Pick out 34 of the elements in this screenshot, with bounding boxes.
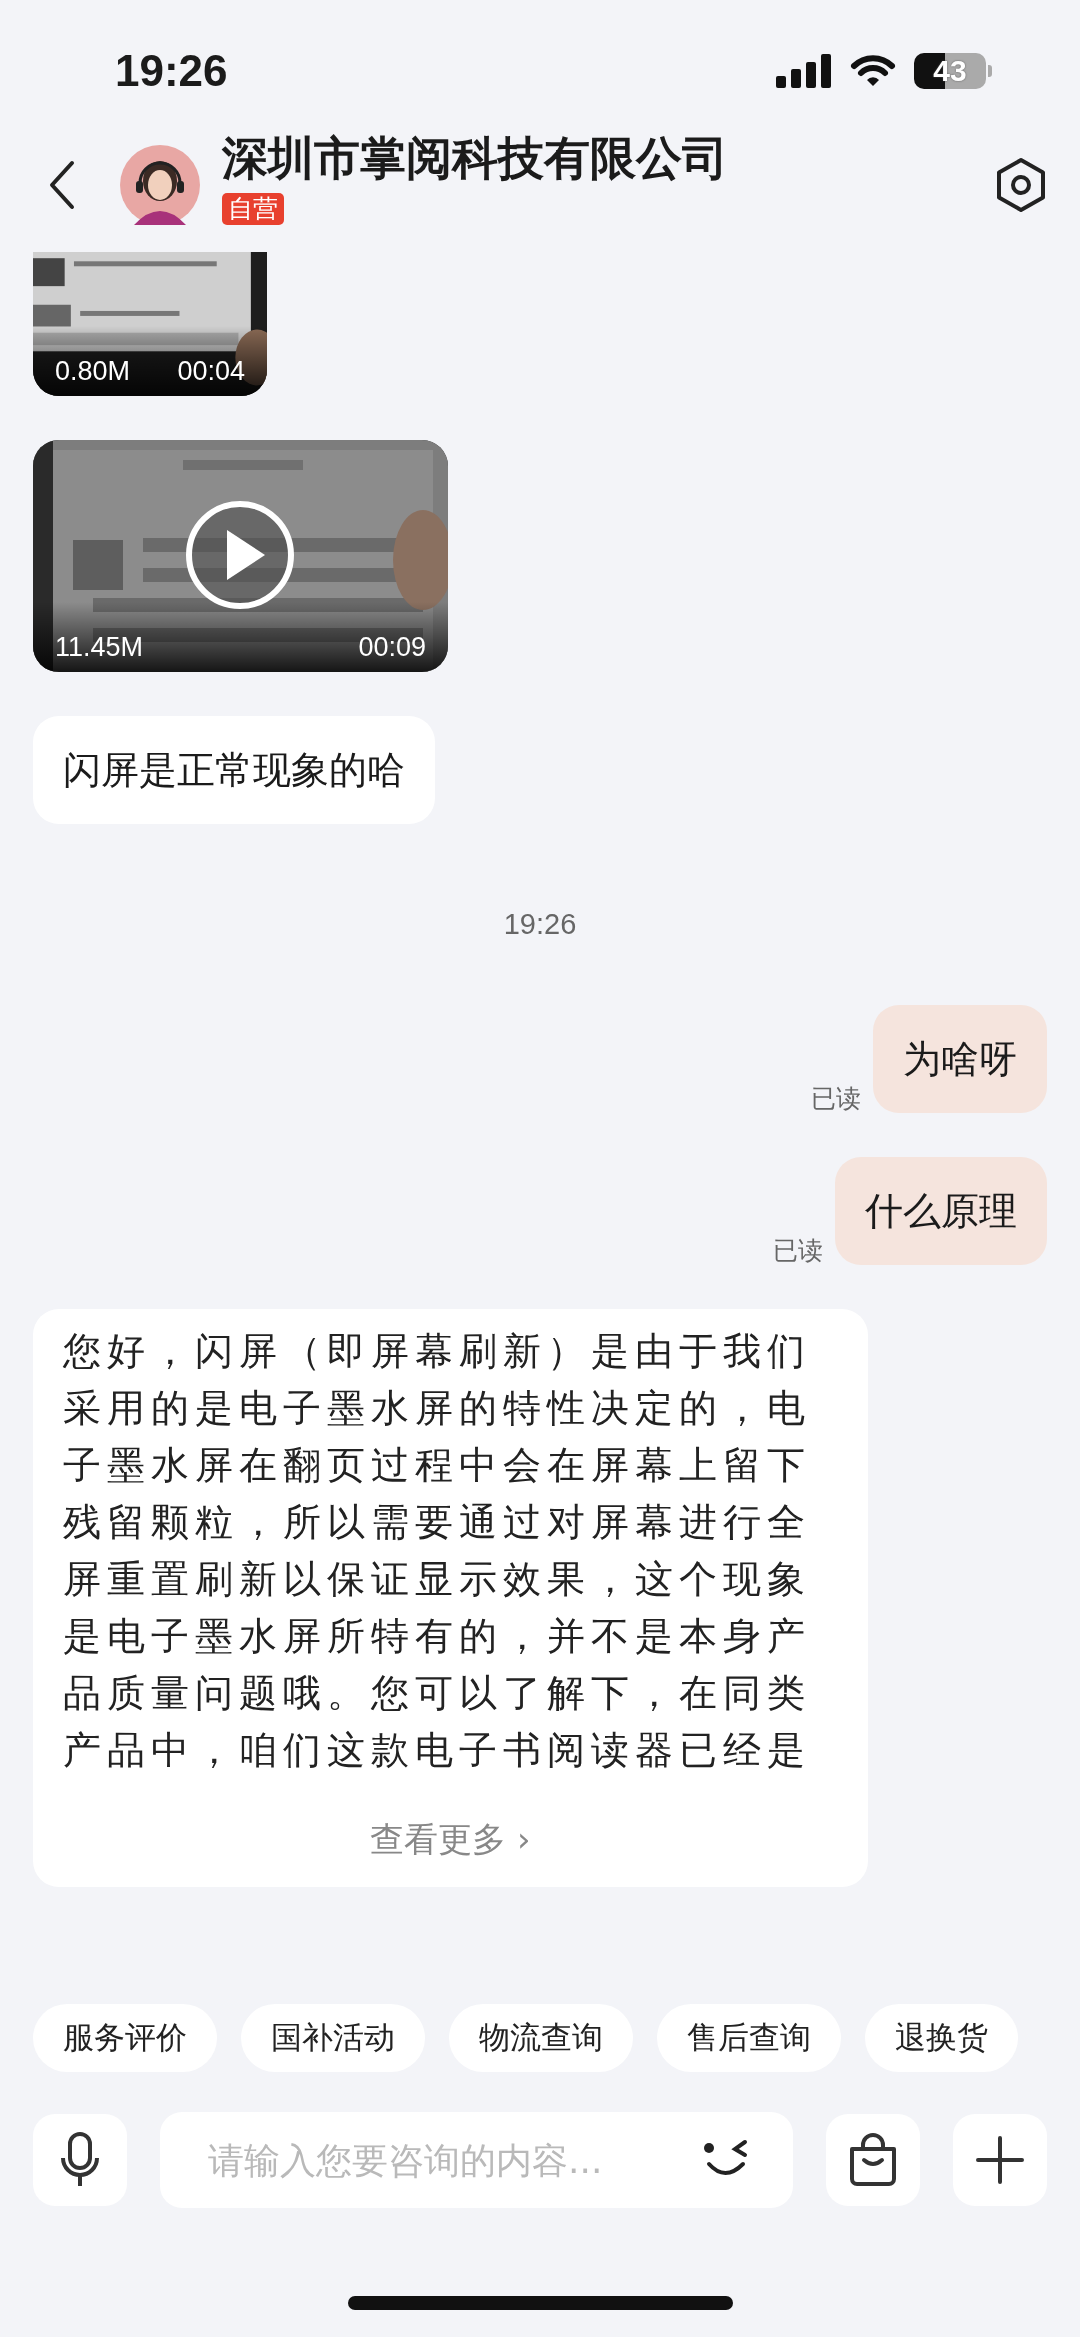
quick-reply-chip[interactable]: 服务评价 [33,2004,217,2072]
more-button[interactable] [953,2114,1047,2206]
message-bubble: 闪屏是正常现象的哈 [33,716,435,824]
quick-reply-chip[interactable]: 退换货 [865,2004,1018,2072]
video-duration: 00:09 [358,631,426,664]
file-size: 11.45M [55,631,144,664]
read-receipt: 已读 [773,1235,823,1267]
quick-reply-chip[interactable]: 物流查询 [449,2004,633,2072]
microphone-icon [60,2132,100,2188]
wifi-icon [850,54,896,88]
video-message[interactable]: 11.45M 00:09 [33,440,448,672]
settings-icon[interactable] [995,157,1047,213]
video-duration: 00:04 [177,355,245,388]
shop-name: 深圳市掌阅科技有限公司 [222,130,728,187]
play-icon[interactable] [185,500,295,610]
voice-button[interactable] [33,2114,127,2206]
message-bubble: 为啥呀 [873,1005,1047,1113]
quick-reply-chip[interactable]: 国补活动 [241,2004,425,2072]
message-text: 您好，闪屏（即屏幕刷新）是由于我们采用的是电子墨水屏的特性决定的，电子墨水屏在翻页过程中会在屏幕上留下残留颗粒，所以需要通过对屏幕进行全屏重置刷新以保证显示效果，这个现象是电子墨水屏所特有的，并不是本身产品质量问题哦。您可以了解下，在同类产品中，咱们这款电子书阅读器已经是 [63,1328,812,1774]
video-message[interactable]: 0.80M 00:04 [33,252,267,396]
timestamp: 19:26 [503,908,577,941]
self-run-badge: 自营 [222,193,284,225]
read-receipt: 已读 [811,1083,861,1115]
message-bubble: 什么原理 [835,1157,1047,1265]
avatar-icon [120,145,200,225]
file-size: 0.80M [55,355,131,388]
quick-reply-chip[interactable]: 售后查询 [657,2004,841,2072]
signal-icon [776,54,832,88]
message-input[interactable]: 请输入您要咨询的内容... [160,2112,793,2208]
status-time: 19:26 [115,46,228,96]
shop-button[interactable] [826,2114,920,2206]
plus-icon [975,2135,1025,2185]
back-icon[interactable] [48,160,76,210]
see-more-link[interactable]: 查看更多 › [370,1817,531,1861]
